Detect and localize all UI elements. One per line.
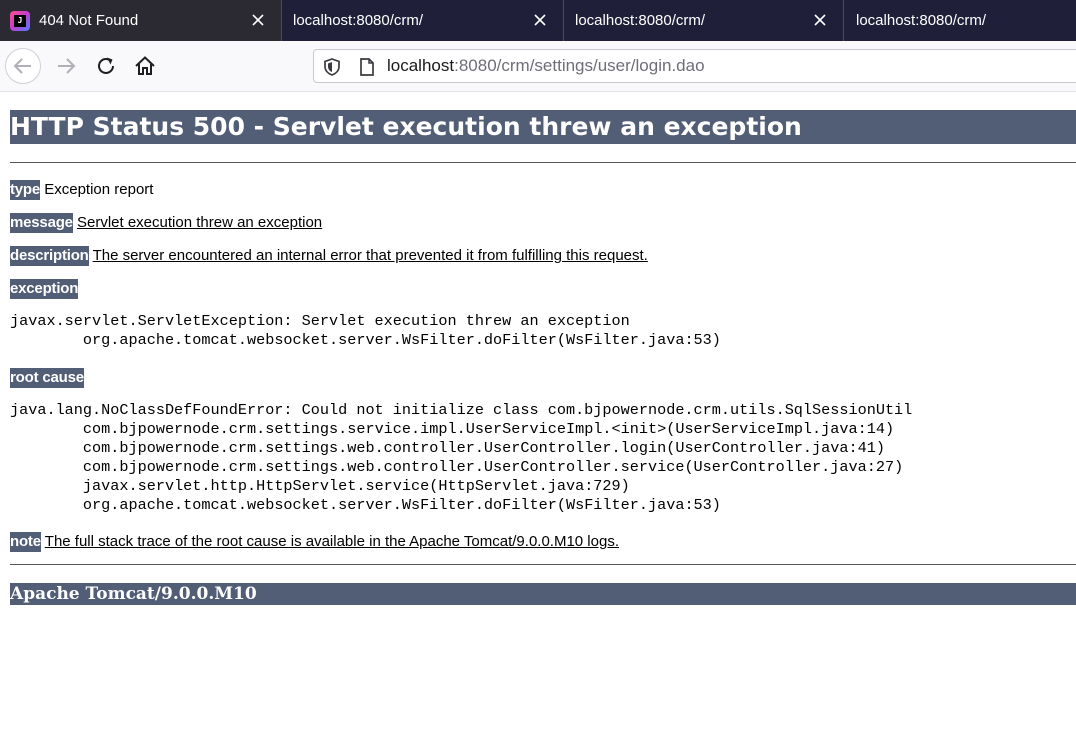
shield-icon[interactable] (322, 57, 342, 81)
description-label: description (10, 246, 89, 266)
url-host: localhost (387, 56, 455, 75)
note-label: note (10, 532, 41, 552)
message-label: message (10, 213, 73, 233)
tab-title: localhost:8080/crm/ (575, 12, 706, 29)
close-icon[interactable] (811, 11, 829, 29)
home-icon (135, 56, 155, 75)
reload-button[interactable] (88, 48, 124, 84)
tab-strip: J 404 Not Found localhost:8080/crm/ loca… (0, 0, 1076, 41)
exception-trace: javax.servlet.ServletException: Servlet … (10, 312, 721, 349)
divider (10, 162, 1076, 163)
divider (10, 564, 1076, 565)
message-row: message Servlet execution threw an excep… (10, 213, 322, 233)
jetbrains-logo-icon: J (10, 10, 30, 31)
type-row: type Exception report (10, 180, 153, 200)
exception-label: exception (10, 279, 79, 299)
tab-localhost-3[interactable]: localhost:8080/crm/ (844, 0, 1076, 41)
tab-title: 404 Not Found (39, 12, 139, 29)
close-icon[interactable] (249, 11, 267, 29)
exception-row: exception (10, 279, 78, 299)
page-title: HTTP Status 500 - Servlet execution thre… (10, 110, 1076, 144)
note-row: note The full stack trace of the root ca… (10, 532, 619, 552)
page-content: HTTP Status 500 - Servlet execution thre… (10, 92, 1076, 605)
tab-404-not-found[interactable]: J 404 Not Found (0, 0, 282, 41)
back-arrow-icon (13, 58, 31, 74)
tab-title: localhost:8080/crm/ (856, 12, 987, 29)
message-value: Servlet execution threw an exception (76, 214, 323, 231)
note-value: The full stack trace of the root cause i… (44, 533, 619, 550)
back-button[interactable] (5, 48, 41, 84)
root-cause-trace: java.lang.NoClassDefFoundError: Could no… (10, 401, 913, 514)
root-cause-row: root cause (10, 368, 84, 388)
home-button[interactable] (127, 48, 163, 84)
url-bar[interactable]: localhost:8080/crm/settings/user/login.d… (313, 49, 1076, 83)
root-cause-label: root cause (10, 368, 84, 388)
type-value: Exception report (44, 181, 154, 198)
navigation-bar: localhost:8080/crm/settings/user/login.d… (0, 41, 1076, 92)
type-label: type (10, 180, 41, 200)
description-value: The server encountered an internal error… (92, 247, 648, 264)
tab-title: localhost:8080/crm/ (293, 12, 424, 29)
page-icon[interactable] (358, 57, 376, 81)
server-footer: Apache Tomcat/9.0.0.M10 (10, 583, 1076, 605)
forward-button[interactable] (48, 48, 84, 84)
close-icon[interactable] (531, 11, 549, 29)
tab-localhost-1[interactable]: localhost:8080/crm/ (282, 0, 564, 41)
url-text[interactable]: localhost:8080/crm/settings/user/login.d… (387, 56, 705, 76)
url-path: :8080/crm/settings/user/login.dao (454, 56, 705, 75)
description-row: description The server encountered an in… (10, 246, 648, 266)
tab-localhost-2[interactable]: localhost:8080/crm/ (564, 0, 844, 41)
reload-icon (98, 57, 114, 74)
forward-arrow-icon (58, 58, 76, 74)
